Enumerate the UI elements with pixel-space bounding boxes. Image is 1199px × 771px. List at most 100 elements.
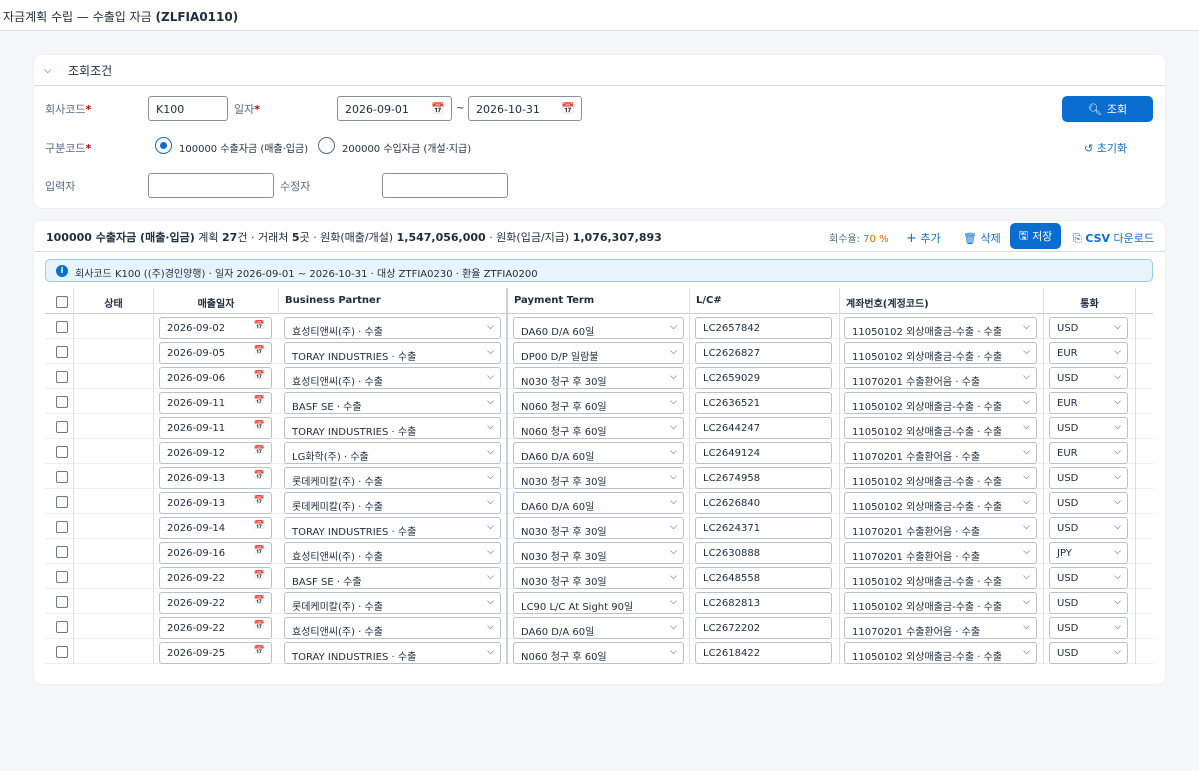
date-to-input[interactable]: 2026-10-31 📅 xyxy=(468,96,582,121)
add-button[interactable]: + 추가 xyxy=(906,230,941,246)
calendar-icon[interactable]: 📅 xyxy=(254,371,265,381)
chevron-down-icon[interactable]: ⌵ xyxy=(670,322,677,332)
calendar-icon[interactable]: 📅 xyxy=(254,596,265,606)
sales-date-input[interactable]: 2026-09-11 📅 xyxy=(159,417,272,439)
chevron-down-icon[interactable]: ⌵ xyxy=(1114,647,1121,657)
col-lc-number[interactable]: L/C# xyxy=(689,288,839,314)
radio-import-label[interactable]: 200000 수입자금 (개설·지급) xyxy=(342,140,471,155)
date-from-input[interactable]: 2026-09-01 📅 xyxy=(337,96,452,121)
chevron-down-icon[interactable]: ⌵ xyxy=(44,65,58,76)
lc-number-input[interactable]: LC2649124 xyxy=(695,442,832,464)
sales-date-input[interactable]: 2026-09-14 📅 xyxy=(159,517,272,539)
lc-number-input[interactable]: LC2659029 xyxy=(695,367,832,389)
account-select[interactable]: 11070201 수출환어음 · 수출 ⌵ xyxy=(844,442,1037,464)
chevron-down-icon[interactable]: ⌵ xyxy=(670,647,677,657)
save-button[interactable]: 🖫︎ 저장 xyxy=(1010,223,1061,249)
row-checkbox[interactable] xyxy=(56,646,68,658)
currency-select[interactable]: USD ⌵ xyxy=(1049,317,1128,339)
filter-header[interactable]: ⌵ 조회조건 xyxy=(34,55,1165,86)
chevron-down-icon[interactable]: ⌵ xyxy=(1114,397,1121,407)
chevron-down-icon[interactable]: ⌵ xyxy=(670,347,677,357)
chevron-down-icon[interactable]: ⌵ xyxy=(1023,647,1030,657)
currency-select[interactable]: EUR ⌵ xyxy=(1049,342,1128,364)
chevron-down-icon[interactable]: ⌵ xyxy=(1023,372,1030,382)
chevron-down-icon[interactable]: ⌵ xyxy=(1023,447,1030,457)
chevron-down-icon[interactable]: ⌵ xyxy=(1023,397,1030,407)
partner-select[interactable]: BASF SE · 수출 ⌵ xyxy=(284,392,501,414)
table-row[interactable]: 2026-09-13 📅 롯데케미칼(주) · 수출 ⌵ N030 청구 후 3… xyxy=(45,464,1153,489)
partner-select[interactable]: TORAY INDUSTRIES · 수출 ⌵ xyxy=(284,517,501,539)
chevron-down-icon[interactable]: ⌵ xyxy=(670,497,677,507)
calendar-icon[interactable]: 📅 xyxy=(254,546,265,556)
chevron-down-icon[interactable]: ⌵ xyxy=(487,422,494,432)
row-checkbox[interactable] xyxy=(56,596,68,608)
table-row[interactable]: 2026-09-16 📅 효성티앤씨(주) · 수출 ⌵ N030 청구 후 3… xyxy=(45,539,1153,564)
payment-term-select[interactable]: N030 청구 후 30일 ⌵ xyxy=(513,467,684,489)
chevron-down-icon[interactable]: ⌵ xyxy=(670,622,677,632)
col-payment-term[interactable]: Payment Term xyxy=(506,288,689,314)
company-code-input[interactable]: K100 xyxy=(148,96,228,121)
calendar-icon[interactable]: 📅 xyxy=(431,102,445,115)
calendar-icon[interactable]: 📅 xyxy=(254,471,265,481)
sales-date-input[interactable]: 2026-09-05 📅 xyxy=(159,342,272,364)
radio-export-label[interactable]: 100000 수출자금 (매출·입금) xyxy=(179,140,308,155)
row-checkbox[interactable] xyxy=(56,521,68,533)
lc-number-input[interactable]: LC2682813 xyxy=(695,592,832,614)
chevron-down-icon[interactable]: ⌵ xyxy=(1114,597,1121,607)
partner-select[interactable]: 효성티앤씨(주) · 수출 ⌵ xyxy=(284,617,501,639)
currency-select[interactable]: USD ⌵ xyxy=(1049,642,1128,664)
payment-term-select[interactable]: DP00 D/P 일람불 ⌵ xyxy=(513,342,684,364)
calendar-icon[interactable]: 📅 xyxy=(254,496,265,506)
account-select[interactable]: 11050102 외상매출금-수출 · 수출 ⌵ xyxy=(844,342,1037,364)
chevron-down-icon[interactable]: ⌵ xyxy=(1023,622,1030,632)
row-checkbox[interactable] xyxy=(56,371,68,383)
chevron-down-icon[interactable]: ⌵ xyxy=(1023,547,1030,557)
currency-select[interactable]: USD ⌵ xyxy=(1049,492,1128,514)
calendar-icon[interactable]: 📅 xyxy=(254,646,265,656)
payment-term-select[interactable]: N060 청구 후 60일 ⌵ xyxy=(513,392,684,414)
currency-select[interactable]: USD ⌵ xyxy=(1049,592,1128,614)
col-status[interactable]: 상태 xyxy=(73,288,153,314)
lc-number-input[interactable]: LC2672202 xyxy=(695,617,832,639)
sales-date-input[interactable]: 2026-09-22 📅 xyxy=(159,592,272,614)
radio-import[interactable] xyxy=(318,137,335,154)
payment-term-select[interactable]: DA60 D/A 60일 ⌵ xyxy=(513,617,684,639)
calendar-icon[interactable]: 📅 xyxy=(254,571,265,581)
chevron-down-icon[interactable]: ⌵ xyxy=(1114,347,1121,357)
calendar-icon[interactable]: 📅 xyxy=(254,396,265,406)
chevron-down-icon[interactable]: ⌵ xyxy=(1114,372,1121,382)
row-checkbox[interactable] xyxy=(56,571,68,583)
table-row[interactable]: 2026-09-02 📅 효성티앤씨(주) · 수출 ⌵ DA60 D/A 60… xyxy=(45,314,1153,339)
table-row[interactable]: 2026-09-11 📅 TORAY INDUSTRIES · 수출 ⌵ N06… xyxy=(45,414,1153,439)
table-row[interactable]: 2026-09-13 📅 롯데케미칼(주) · 수출 ⌵ DA60 D/A 60… xyxy=(45,489,1153,514)
table-row[interactable]: 2026-09-06 📅 효성티앤씨(주) · 수출 ⌵ N030 청구 후 3… xyxy=(45,364,1153,389)
chevron-down-icon[interactable]: ⌵ xyxy=(1114,472,1121,482)
sales-date-input[interactable]: 2026-09-06 📅 xyxy=(159,367,272,389)
partner-select[interactable]: TORAY INDUSTRIES · 수출 ⌵ xyxy=(284,642,501,664)
table-row[interactable]: 2026-09-05 📅 TORAY INDUSTRIES · 수출 ⌵ DP0… xyxy=(45,339,1153,364)
sales-date-input[interactable]: 2026-09-12 📅 xyxy=(159,442,272,464)
calendar-icon[interactable]: 📅 xyxy=(254,346,265,356)
creator-input[interactable] xyxy=(148,173,274,198)
account-select[interactable]: 11050102 외상매출금-수출 · 수출 ⌵ xyxy=(844,317,1037,339)
modifier-input[interactable] xyxy=(382,173,508,198)
currency-select[interactable]: EUR ⌵ xyxy=(1049,392,1128,414)
payment-term-select[interactable]: N060 청구 후 60일 ⌵ xyxy=(513,417,684,439)
sales-date-input[interactable]: 2026-09-13 📅 xyxy=(159,492,272,514)
currency-select[interactable]: USD ⌵ xyxy=(1049,617,1128,639)
csv-download-button[interactable]: ⎘ CSV 다운로드 xyxy=(1073,230,1154,246)
chevron-down-icon[interactable]: ⌵ xyxy=(487,347,494,357)
chevron-down-icon[interactable]: ⌵ xyxy=(1023,422,1030,432)
partner-select[interactable]: TORAY INDUSTRIES · 수출 ⌵ xyxy=(284,342,501,364)
sales-date-input[interactable]: 2026-09-22 📅 xyxy=(159,567,272,589)
payment-term-select[interactable]: LC90 L/C At Sight 90일 ⌵ xyxy=(513,592,684,614)
table-row[interactable]: 2026-09-22 📅 롯데케미칼(주) · 수출 ⌵ LC90 L/C At… xyxy=(45,589,1153,614)
account-select[interactable]: 11050102 외상매출금-수출 · 수출 ⌵ xyxy=(844,492,1037,514)
lc-number-input[interactable]: LC2624371 xyxy=(695,517,832,539)
chevron-down-icon[interactable]: ⌵ xyxy=(670,597,677,607)
chevron-down-icon[interactable]: ⌵ xyxy=(1114,547,1121,557)
currency-select[interactable]: EUR ⌵ xyxy=(1049,442,1128,464)
col-sales-date[interactable]: 매출일자 xyxy=(153,288,278,314)
chevron-down-icon[interactable]: ⌵ xyxy=(670,372,677,382)
chevron-down-icon[interactable]: ⌵ xyxy=(670,422,677,432)
